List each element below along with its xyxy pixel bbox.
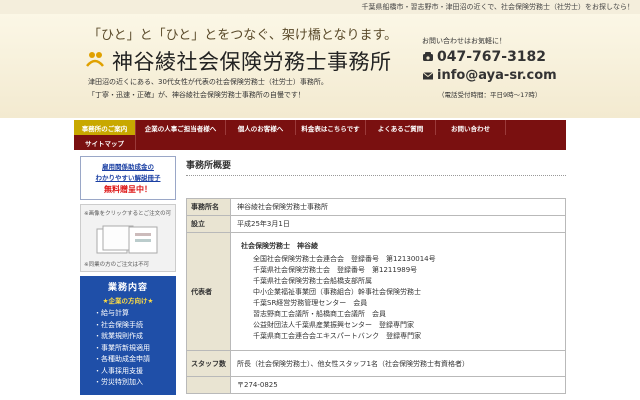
rep-line: 全国社会保険労務士会連合会 登録番号 第12130014号	[253, 255, 436, 263]
phone-number[interactable]: 047-767-3182	[437, 49, 546, 65]
main-nav: 事務所のご案内 企業の人事ご担当者様へ 個人のお客様へ 料金表はこちらです よく…	[74, 120, 566, 150]
nav-item-faq[interactable]: よくあるご質問	[366, 120, 436, 135]
value-staff: 所長（社会保険労務士）、他女性スタッフ1名（社会保険労務士有資格者）	[230, 350, 566, 377]
label-address	[186, 376, 231, 394]
table-row-name: 事務所名 神谷綾社会保険労務士事務所	[186, 198, 566, 216]
services-title: 業務内容	[107, 283, 148, 293]
email-address[interactable]: info@aya-sr.com	[437, 68, 557, 83]
table-row-address: 〒274-0825	[186, 376, 566, 394]
service-item-hiring-support[interactable]: ・人事採用支援	[80, 366, 176, 378]
nav-item-for-individuals[interactable]: 個人のお客様へ	[226, 120, 296, 135]
nav-item-pricing[interactable]: 料金表はこちらです	[296, 120, 366, 135]
office-name[interactable]: 神谷綾社会保険労務士事務所	[112, 46, 392, 76]
mail-icon	[422, 71, 434, 79]
label-established: 設立	[186, 215, 231, 233]
label-staff: スタッフ数	[186, 350, 231, 377]
rep-name: 社会保険労務士 神谷綾	[241, 242, 318, 250]
label-representative: 代表者	[186, 232, 231, 351]
contact-lead: お問い合わせはお気軽に！	[422, 37, 506, 45]
services-box: 業務内容 ★企業の方向け★ ・給与計算 ・社会保険手続 ・就業規則作成 ・事業所…	[80, 276, 176, 395]
service-item-payroll[interactable]: ・給与計算	[80, 308, 176, 320]
table-row-representative: 代表者 社会保険労務士 神谷綾 全国社会保険労務士会連合会 登録番号 第1213…	[186, 232, 566, 351]
nav-item-contact[interactable]: お問い合わせ	[436, 120, 506, 135]
rep-line: 千葉県社会保険労務士会船橋支部所属	[253, 277, 372, 285]
logo-icon	[86, 52, 104, 67]
nav-row-2: サイトマップ	[74, 135, 566, 150]
service-item-new-application[interactable]: ・事業所新規適用	[80, 343, 176, 355]
booklet-caption: ※同業の方のご注文は不可	[84, 262, 150, 268]
main-content: 事務所概要 事務所名 神谷綾社会保険労務士事務所 設立 平成25年3月1日 代表…	[186, 156, 566, 394]
table-row-staff: スタッフ数 所長（社会保険労務士）、他女性スタッフ1名（社会保険労務士有資格者）	[186, 350, 566, 377]
service-item-special-enrollment[interactable]: ・労災特別加入	[80, 377, 176, 389]
rep-line: 千葉県社会保険労務士会 登録番号 第1211989号	[253, 266, 418, 274]
sidebar: 雇用関係助成金の わかりやすい解説冊子 無料贈呈中！ ※画像をクリックするとご注…	[80, 156, 176, 395]
banner-line-1[interactable]: 雇用関係助成金の	[81, 161, 175, 171]
nav-item-sitemap[interactable]: サイトマップ	[74, 135, 136, 150]
value-office-name: 神谷綾社会保険労務士事務所	[230, 198, 566, 216]
subsidy-booklet-banner[interactable]: 雇用関係助成金の わかりやすい解説冊子 無料贈呈中！	[80, 156, 176, 200]
rep-line: 中小企業福祉事業団（事務組合）幹事社会保険労務士	[253, 288, 421, 296]
office-info-table: 事務所名 神谷綾社会保険労務士事務所 設立 平成25年3月1日 代表者 社会保険…	[186, 198, 566, 394]
page-title: 事務所概要	[186, 156, 566, 176]
banner-line-3: 無料贈呈中！	[104, 185, 152, 194]
phone-row[interactable]: 047-767-3182	[422, 49, 562, 65]
phone-icon	[423, 52, 433, 61]
services-subtitle: ★企業の方向け★	[102, 297, 154, 305]
intro-line-2: 「丁寧・迅速・正確」が、神谷綾社会保険労務士事務所の自慢です！	[88, 91, 305, 99]
booklet-pages-icon	[96, 225, 158, 254]
nav-item-office-info[interactable]: 事務所のご案内	[74, 120, 136, 135]
booklet-note: ※画像をクリックするとご注文の可	[84, 211, 172, 217]
rep-line: 千葉SR経営労務管理センター 会員	[253, 299, 368, 307]
intro-text: 津田沼の近くにある、30代女性が代表の社会保険労務士（社労士）事務所。 「丁寧・…	[88, 76, 328, 102]
booklet-image[interactable]: ※画像をクリックするとご注文の可 ※同業の方のご注文は不可	[80, 204, 176, 272]
value-address: 〒274-0825	[230, 376, 566, 394]
nav-row-1: 事務所のご案内 企業の人事ご担当者様へ 個人のお客様へ 料金表はこちらです よく…	[74, 120, 566, 135]
service-item-work-rules[interactable]: ・就業規則作成	[80, 331, 176, 343]
top-tagline-bar: 千葉県船橋市・習志野市・津田沼の近くで、社会保険労務士（社労士）をお探しなら！	[0, 0, 640, 14]
value-representative: 社会保険労務士 神谷綾 全国社会保険労務士会連合会 登録番号 第12130014…	[230, 232, 566, 351]
slogan: 「ひと」と「ひと」とをつなぐ、架け橋となります。	[88, 28, 398, 43]
rep-line: 習志野商工会議所・船橋商工会議所 会員	[253, 310, 386, 318]
contact-block: お問い合わせはお気軽に！ 047-767-3182 info@aya-sr.co…	[422, 36, 562, 99]
banner-line-2[interactable]: わかりやすい解説冊子	[81, 172, 175, 182]
email-row[interactable]: info@aya-sr.com	[422, 68, 562, 83]
table-row-established: 設立 平成25年3月1日	[186, 215, 566, 233]
rep-line: 千葉県商工会連合会エキスパートバンク 登録専門家	[253, 332, 422, 340]
intro-line-1: 津田沼の近くにある、30代女性が代表の社会保険労務士（社労士）事務所。	[88, 78, 328, 86]
rep-line: 公益財団法人千葉県産業振興センター 登録専門家	[253, 321, 414, 329]
top-tagline: 千葉県船橋市・習志野市・津田沼の近くで、社会保険労務士（社労士）をお探しなら！	[361, 3, 634, 11]
label-office-name: 事務所名	[186, 198, 231, 216]
value-established: 平成25年3月1日	[230, 215, 566, 233]
phone-hours: （電話受付時間：平日9時〜17時）	[438, 91, 542, 99]
service-item-subsidies[interactable]: ・各種助成金申請	[80, 354, 176, 366]
nav-item-for-hr[interactable]: 企業の人事ご担当者様へ	[136, 120, 226, 135]
site-header: 「ひと」と「ひと」とをつなぐ、架け橋となります。 神谷綾社会保険労務士事務所 津…	[0, 14, 640, 118]
service-item-social-insurance[interactable]: ・社会保険手続	[80, 320, 176, 332]
